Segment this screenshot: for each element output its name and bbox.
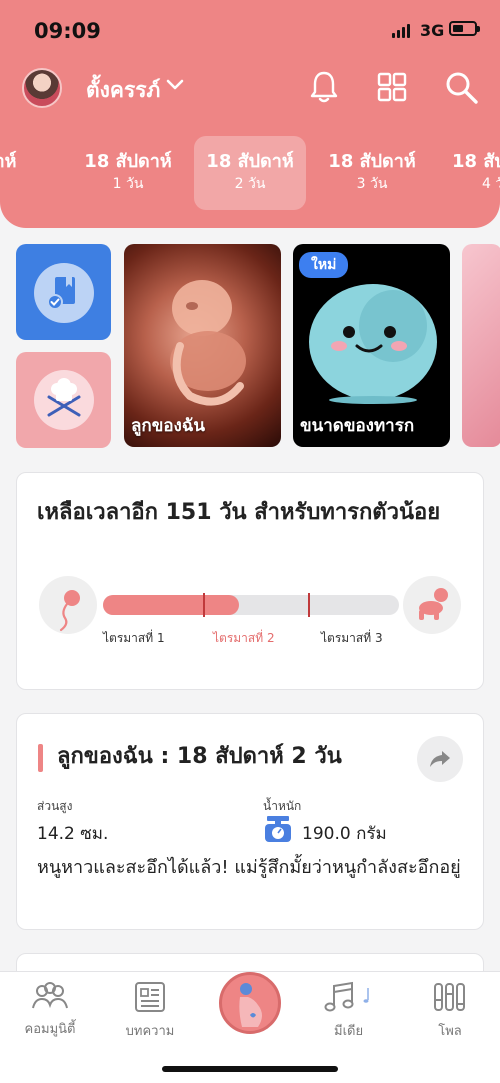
trimester-marker (203, 593, 205, 617)
week-tab-week: ปดาห์ (0, 151, 17, 172)
music-notes-icon (324, 981, 369, 1012)
week-tab-week: 18 สัปดาห์ (328, 151, 416, 172)
week-selector: ปดาห์ 18 สัปดาห์ 1 วัน 18 สัปดาห์ 2 วัน … (0, 136, 500, 210)
nav-label: คอมมูนิตี้ (24, 1022, 76, 1037)
chevron-down-icon[interactable] (166, 79, 184, 91)
baby-info-card: ลูกของฉัน : 18 สัปดาห์ 2 วัน ส่วนสูง 14.… (16, 713, 484, 930)
tile-caption: ลูกของฉัน (131, 416, 206, 436)
avatar[interactable] (22, 68, 62, 108)
trimester-3-label: ไตรมาสที่ 3 (321, 631, 383, 645)
week-tab-week: 18 สัปดาห์ (84, 151, 172, 172)
countdown-card: เหลือเวลาอีก 151 วัน สำหรับทารกตัวน้อย ไ… (16, 472, 484, 690)
nav-home[interactable] (219, 972, 281, 1034)
week-tab-day: 2 วัน (234, 176, 266, 192)
next-tile[interactable] (462, 244, 500, 447)
status-time: 09:09 (34, 19, 101, 43)
battery-icon (449, 21, 480, 36)
book-check-icon (34, 263, 94, 323)
network-type: 3G (420, 21, 445, 40)
share-button[interactable] (417, 736, 463, 782)
article-icon (135, 982, 165, 1012)
baby-size-illustration (309, 284, 437, 404)
tile-caption: ขนาดของทารก (300, 416, 415, 436)
nav-media[interactable]: มีเดีย (310, 980, 390, 1041)
baby-description: หนูหาวและสะอึกได้แล้ว! แม่รู้สึกมั้ยว่าห… (37, 857, 461, 878)
app-header: 09:09 3G ตั้งครรภ์ ปดาห์ 18 สัปดาห์ 1 วั… (0, 0, 500, 228)
nav-label: มีเดีย (334, 1024, 364, 1039)
week-tab[interactable]: 18 สัปดาห์ 1 วัน (72, 136, 184, 210)
new-badge: ใหม่ (299, 252, 349, 278)
week-tab[interactable]: 18 สัป 4 วั (438, 136, 500, 210)
week-tab-week: 18 สัป (452, 151, 500, 172)
week-tab[interactable]: 18 สัปดาห์ 3 วัน (316, 136, 428, 210)
progress-fill (103, 595, 240, 615)
week-tab-week: 18 สัปดาห์ (206, 151, 294, 172)
title-accent-bar (38, 744, 43, 772)
profile-name[interactable]: ตั้งครรภ์ (86, 74, 160, 107)
journal-tile[interactable] (16, 244, 111, 340)
weight-value: 190.0 กรัม (302, 824, 387, 844)
sperm-icon (39, 576, 97, 634)
scale-icon (265, 816, 291, 842)
nav-label: โพล (438, 1024, 462, 1039)
recipe-tile[interactable] (16, 352, 111, 448)
nav-label: บทความ (125, 1024, 175, 1039)
my-baby-tile[interactable]: ลูกของฉัน (124, 244, 281, 447)
grid-icon[interactable] (377, 72, 407, 102)
baby-info-title: ลูกของฉัน : 18 สัปดาห์ 2 วัน (57, 744, 342, 769)
fetus-illustration (170, 280, 246, 406)
pregnancy-progress-bar (103, 593, 399, 617)
chef-hat-icon (34, 370, 94, 430)
height-label: ส่วนสูง (37, 799, 73, 813)
feature-tiles: ลูกของฉัน ใหม่ ขนาดของทารก (0, 244, 500, 449)
trimester-1-label: ไตรมาสที่ 1 (103, 631, 165, 645)
home-indicator (162, 1066, 338, 1072)
bell-icon[interactable] (309, 70, 339, 104)
height-value: 14.2 ซม. (37, 824, 109, 844)
baby-size-tile[interactable]: ใหม่ ขนาดของทารก (293, 244, 450, 447)
week-tab[interactable]: ปดาห์ (0, 136, 50, 210)
nav-poll[interactable]: โพล (410, 980, 490, 1041)
search-icon[interactable] (445, 71, 479, 105)
week-tab-day: 4 วั (482, 176, 500, 192)
nav-community[interactable]: คอมมูนิตี้ (10, 980, 90, 1039)
poll-icon (434, 983, 465, 1011)
community-icon (32, 982, 68, 1009)
status-bar: 09:09 3G (0, 0, 500, 60)
share-icon (430, 751, 450, 767)
week-tab-day: 1 วัน (112, 176, 144, 192)
signal-icon (392, 23, 410, 38)
trimester-2-label: ไตรมาสที่ 2 (213, 631, 275, 645)
pregnant-mother-icon (239, 983, 262, 1027)
trimester-marker (308, 593, 310, 617)
crawling-baby-icon (403, 576, 461, 634)
week-tab-active[interactable]: 18 สัปดาห์ 2 วัน (194, 136, 306, 210)
week-tab-day: 3 วัน (356, 176, 388, 192)
countdown-text: เหลือเวลาอีก 151 วัน สำหรับทารกตัวน้อย (37, 500, 441, 525)
nav-articles[interactable]: บทความ (110, 980, 190, 1041)
